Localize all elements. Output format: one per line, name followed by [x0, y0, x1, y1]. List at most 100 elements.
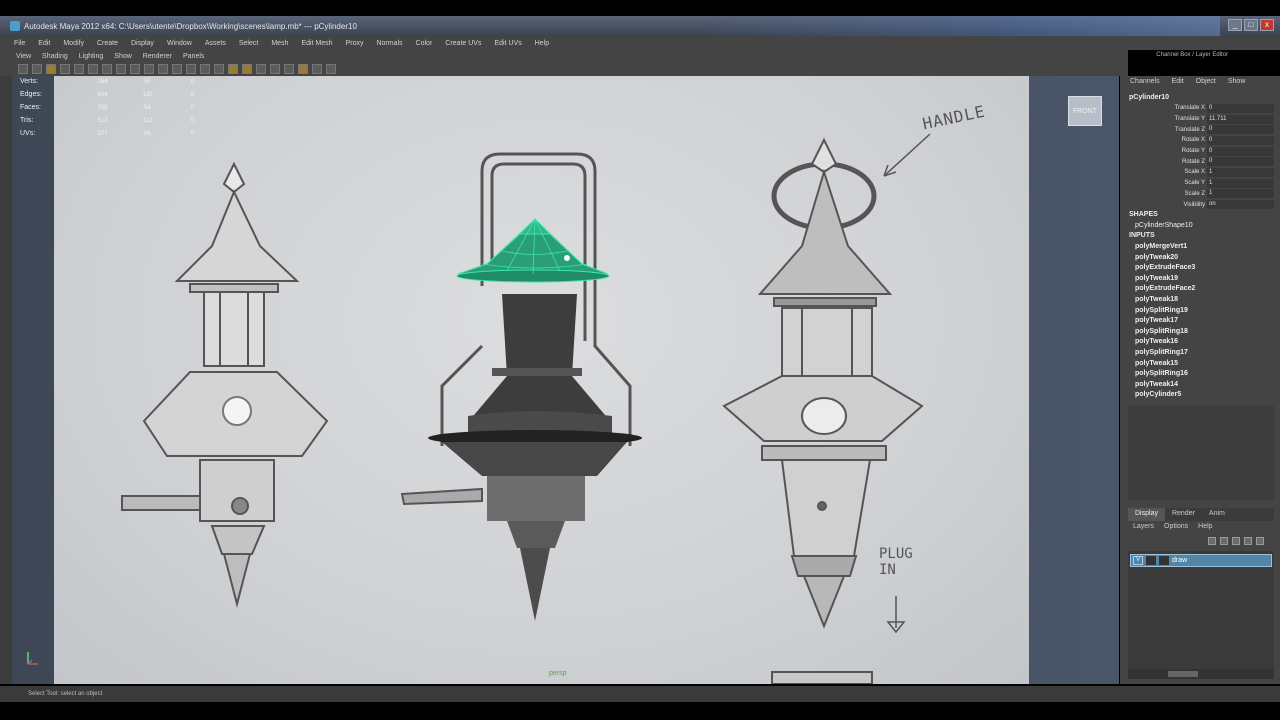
input-node[interactable]: polyTweak19: [1135, 275, 1195, 286]
viewport-menu-renderer[interactable]: Renderer: [143, 53, 172, 60]
tab-display[interactable]: Display: [1128, 508, 1165, 521]
layer-settings-icon[interactable]: [1256, 537, 1264, 545]
channel-value-field[interactable]: 0: [1207, 146, 1274, 156]
smooth-shade-icon[interactable]: [186, 64, 196, 74]
menu-mesh[interactable]: Mesh: [271, 40, 288, 47]
input-node[interactable]: polyTweak14: [1135, 381, 1195, 392]
ambient-occlusion-icon[interactable]: [298, 64, 308, 74]
two-sided-lighting-icon[interactable]: [312, 64, 322, 74]
viewport-menu-lighting[interactable]: Lighting: [79, 53, 104, 60]
input-node[interactable]: polySplitRing17: [1135, 349, 1195, 360]
input-node[interactable]: polyTweak15: [1135, 360, 1195, 371]
menu-proxy[interactable]: Proxy: [346, 40, 364, 47]
channel-row[interactable]: Rotate X0: [1129, 135, 1274, 146]
channel-row[interactable]: Translate Z0: [1129, 124, 1274, 135]
layer-list-scrollbar[interactable]: [1128, 669, 1274, 679]
channel-value-field[interactable]: 11.711: [1207, 114, 1274, 124]
viewport-menu-shading[interactable]: Shading: [42, 53, 68, 60]
menu-display[interactable]: Display: [131, 40, 154, 47]
xray-icon[interactable]: [256, 64, 266, 74]
new-layer-from-selection-icon[interactable]: [1244, 537, 1252, 545]
shadows-icon[interactable]: [242, 64, 252, 74]
maximize-button[interactable]: □: [1244, 19, 1258, 31]
safe-action-icon[interactable]: [144, 64, 154, 74]
menu-window[interactable]: Window: [167, 40, 192, 47]
channel-row[interactable]: Scale Z1: [1129, 189, 1274, 200]
input-node[interactable]: polySplitRing16: [1135, 370, 1195, 381]
tab-render[interactable]: Render: [1165, 508, 1202, 521]
wireframe-on-shaded-icon[interactable]: [200, 64, 210, 74]
use-all-lights-icon[interactable]: [228, 64, 238, 74]
menu-help[interactable]: Help: [535, 40, 549, 47]
layer-name[interactable]: draw: [1172, 557, 1187, 564]
camera-attributes-icon[interactable]: [32, 64, 42, 74]
perspective-viewport[interactable]: [12, 76, 1119, 684]
menu-modify[interactable]: Modify: [63, 40, 84, 47]
channel-row[interactable]: Scale Y1: [1129, 178, 1274, 189]
menu-file[interactable]: File: [14, 40, 25, 47]
channel-row[interactable]: Rotate Y0: [1129, 146, 1274, 157]
channel-box-menu-object[interactable]: Object: [1196, 78, 1216, 85]
gate-mask-icon[interactable]: [116, 64, 126, 74]
new-empty-layer-icon[interactable]: [1232, 537, 1240, 545]
image-plane-icon[interactable]: [60, 64, 70, 74]
menu-select[interactable]: Select: [239, 40, 258, 47]
input-node[interactable]: polyTweak17: [1135, 317, 1195, 328]
move-layer-down-icon[interactable]: [1220, 537, 1228, 545]
bookmark-icon[interactable]: [46, 64, 56, 74]
channel-value-field[interactable]: 0: [1207, 125, 1274, 135]
motion-blur-icon[interactable]: [326, 64, 336, 74]
shape-node[interactable]: pCylinderShape10: [1135, 222, 1193, 229]
input-node[interactable]: polyExtrudeFace2: [1135, 285, 1195, 296]
close-button[interactable]: x: [1260, 19, 1274, 31]
safe-title-icon[interactable]: [158, 64, 168, 74]
channel-row[interactable]: Translate Y 11.711: [1129, 114, 1274, 125]
high-quality-icon[interactable]: [284, 64, 294, 74]
selected-object-name[interactable]: pCylinder10: [1129, 94, 1169, 101]
channel-value-field[interactable]: 1: [1207, 167, 1274, 177]
view-cube[interactable]: FRONT: [1068, 96, 1102, 126]
menu-edit-mesh[interactable]: Edit Mesh: [301, 40, 332, 47]
channel-box-menu-edit[interactable]: Edit: [1172, 78, 1184, 85]
layer-display-type-toggle[interactable]: [1146, 556, 1156, 565]
channel-value-field[interactable]: 0: [1207, 135, 1274, 145]
channel-value-field[interactable]: 1: [1207, 189, 1274, 199]
minimize-button[interactable]: _: [1228, 19, 1242, 31]
wireframe-icon[interactable]: [172, 64, 182, 74]
viewport-menu-show[interactable]: Show: [114, 53, 132, 60]
menu-normals[interactable]: Normals: [376, 40, 402, 47]
channel-value-field[interactable]: 0: [1207, 103, 1274, 113]
tab-anim[interactable]: Anim: [1202, 508, 1232, 521]
layer-visibility-toggle[interactable]: V: [1133, 556, 1143, 565]
viewport-menu-panels[interactable]: Panels: [183, 53, 204, 60]
isolate-select-icon[interactable]: [270, 64, 280, 74]
layer-menu-help[interactable]: Help: [1198, 523, 1212, 530]
channel-box-menu-channels[interactable]: Channels: [1130, 78, 1160, 85]
textured-icon[interactable]: [214, 64, 224, 74]
channel-row[interactable]: Visibility on: [1129, 199, 1274, 210]
layer-color-swatch-icon[interactable]: [1159, 556, 1169, 565]
film-gate-icon[interactable]: [88, 64, 98, 74]
layer-menu-layers[interactable]: Layers: [1133, 523, 1154, 530]
grid-icon[interactable]: [74, 64, 84, 74]
input-node[interactable]: polySplitRing19: [1135, 307, 1195, 318]
channel-value-field[interactable]: 0: [1207, 157, 1274, 167]
layer-row[interactable]: V draw: [1130, 554, 1272, 567]
viewport-menu-view[interactable]: View: [16, 53, 31, 60]
input-node[interactable]: polyCylinder5: [1135, 391, 1195, 402]
menu-color[interactable]: Color: [416, 40, 433, 47]
channel-value-field[interactable]: 1: [1207, 178, 1274, 188]
input-node[interactable]: polySplitRing18: [1135, 328, 1195, 339]
channel-box-menu-show[interactable]: Show: [1228, 78, 1246, 85]
menu-create-uvs[interactable]: Create UVs: [445, 40, 481, 47]
input-node[interactable]: polyExtrudeFace3: [1135, 264, 1195, 275]
channel-value-field[interactable]: on: [1207, 200, 1274, 210]
select-camera-icon[interactable]: [18, 64, 28, 74]
menu-create[interactable]: Create: [97, 40, 118, 47]
input-node[interactable]: polyTweak16: [1135, 338, 1195, 349]
input-node[interactable]: polyMergeVert1: [1135, 243, 1195, 254]
move-layer-up-icon[interactable]: [1208, 537, 1216, 545]
menu-edit-uvs[interactable]: Edit UVs: [494, 40, 521, 47]
field-chart-icon[interactable]: [130, 64, 140, 74]
channel-row[interactable]: Rotate Z0: [1129, 156, 1274, 167]
